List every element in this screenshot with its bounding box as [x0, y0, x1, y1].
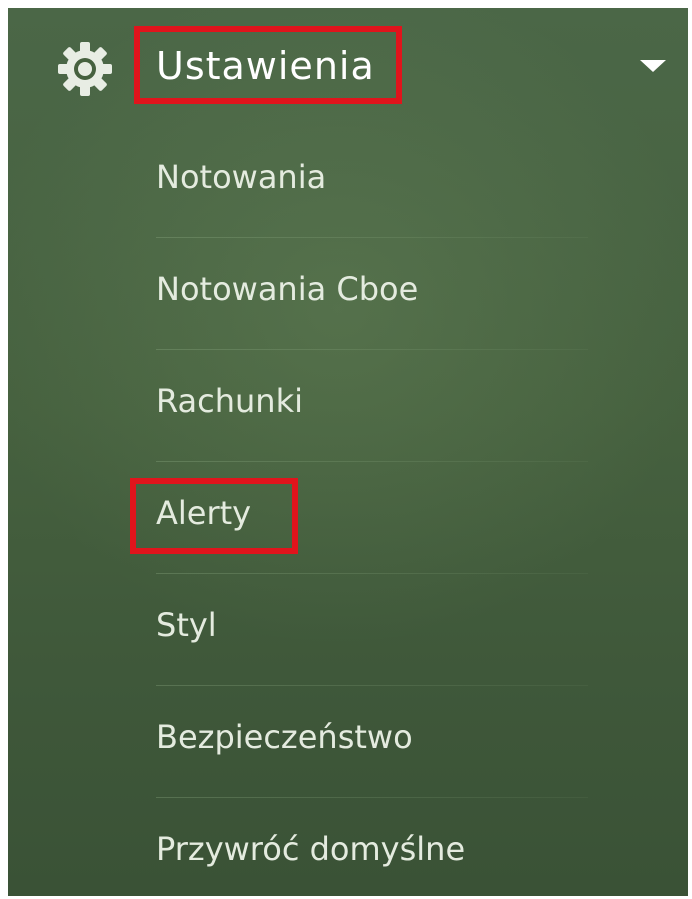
settings-menu-panel: Ustawienia Notowania Notowania Cboe Rach…	[8, 8, 688, 896]
chevron-down-icon[interactable]	[640, 60, 666, 72]
settings-header[interactable]: Ustawienia	[8, 8, 688, 126]
menu-item-label: Notowania Cboe	[156, 270, 419, 308]
gear-icon	[58, 42, 112, 96]
menu-item-label: Rachunki	[156, 382, 303, 420]
menu-item-label: Styl	[156, 606, 217, 644]
menu-item-alerty[interactable]: Alerty	[8, 462, 688, 574]
menu-item-rachunki[interactable]: Rachunki	[8, 350, 688, 462]
settings-submenu: Notowania Notowania Cboe Rachunki Alerty…	[8, 126, 688, 896]
menu-item-notowania-cboe[interactable]: Notowania Cboe	[8, 238, 688, 350]
menu-item-label: Bezpieczeństwo	[156, 718, 413, 756]
menu-item-notowania[interactable]: Notowania	[8, 126, 688, 238]
menu-item-label: Alerty	[156, 494, 252, 532]
menu-item-label: Przywróć domyślne	[156, 830, 466, 868]
settings-title[interactable]: Ustawienia	[156, 44, 375, 88]
menu-item-bezpieczenstwo[interactable]: Bezpieczeństwo	[8, 686, 688, 798]
menu-item-styl[interactable]: Styl	[8, 574, 688, 686]
menu-item-przywroc-domyslne[interactable]: Przywróć domyślne	[8, 798, 688, 896]
menu-item-label: Notowania	[156, 158, 327, 196]
